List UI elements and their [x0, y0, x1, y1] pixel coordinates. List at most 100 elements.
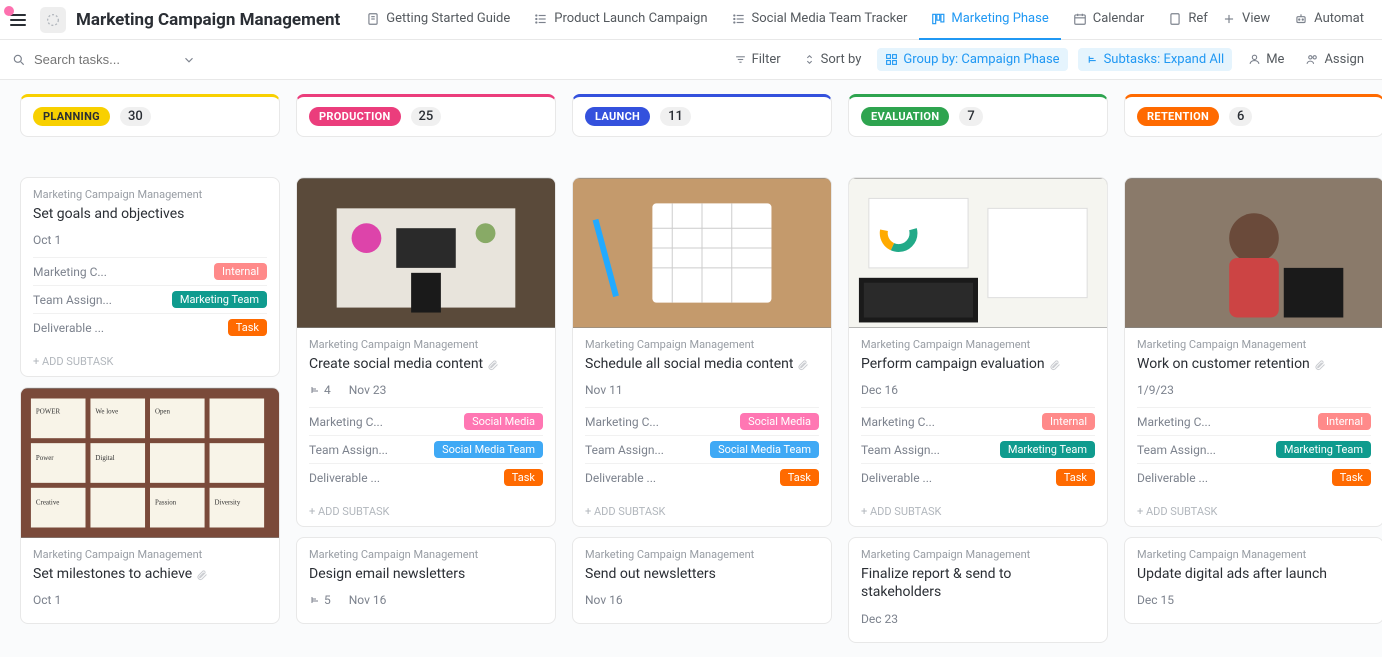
field-tag[interactable]: Task: [1056, 469, 1095, 486]
tab-ref[interactable]: Ref: [1156, 0, 1208, 40]
column-header[interactable]: PLANNING30: [20, 94, 280, 137]
task-card[interactable]: Marketing Campaign ManagementPerform cam…: [848, 177, 1108, 527]
card-project: Marketing Campaign Management: [1137, 338, 1371, 351]
field-tag[interactable]: Social Media: [464, 413, 543, 430]
field-tag[interactable]: Internal: [214, 263, 267, 280]
assign-button[interactable]: Assign: [1300, 48, 1370, 71]
add-subtask-button[interactable]: + ADD SUBTASK: [849, 497, 1107, 526]
column-evaluation: EVALUATION7 Marketing Campaign Management…: [848, 94, 1108, 643]
space-icon[interactable]: [40, 7, 66, 33]
task-card[interactable]: Marketing Campaign ManagementSend out ne…: [572, 537, 832, 624]
field-tag[interactable]: Task: [1332, 469, 1371, 486]
add-view-button[interactable]: View: [1210, 0, 1282, 40]
add-subtask-button[interactable]: + ADD SUBTASK: [297, 497, 555, 526]
label: Automat: [1314, 11, 1364, 26]
card-meta: Dec 16: [861, 383, 1095, 397]
tab-product-launch[interactable]: Product Launch Campaign: [522, 0, 719, 40]
card-body: Marketing Campaign ManagementUpdate digi…: [1125, 538, 1382, 623]
column-status-pill: PRODUCTION: [309, 107, 401, 126]
card-field-row: Team Assign...Marketing Team: [861, 435, 1095, 463]
column-header[interactable]: PRODUCTION 25: [296, 94, 556, 137]
right-actions: View Automat: [1210, 0, 1376, 40]
add-subtask-button[interactable]: + ADD SUBTASK: [573, 497, 831, 526]
search-input[interactable]: [34, 52, 174, 67]
card-date: Nov 23: [349, 383, 387, 397]
task-card[interactable]: Marketing Campaign ManagementFinalize re…: [848, 537, 1108, 642]
task-card[interactable]: Marketing Campaign Management Work on cus…: [1124, 177, 1382, 527]
task-card[interactable]: Marketing Campaign ManagementDesign emai…: [296, 537, 556, 624]
svg-text:Open: Open: [155, 408, 171, 416]
tab-label: Social Media Team Tracker: [752, 11, 908, 26]
card-project: Marketing Campaign Management: [585, 548, 819, 561]
menu-toggle[interactable]: [6, 8, 30, 32]
field-tag[interactable]: Task: [780, 469, 819, 486]
card-title: Design email newsletters: [309, 565, 543, 583]
subtasks-button[interactable]: Subtasks: Expand All: [1078, 48, 1233, 71]
sort-button[interactable]: Sort by: [797, 48, 868, 71]
card-body: Marketing Campaign ManagementSend out ne…: [573, 538, 831, 623]
card-field-row: Deliverable ...Task: [33, 313, 267, 341]
task-card[interactable]: Marketing Campaign ManagementSet goals a…: [20, 177, 280, 377]
group-by-button[interactable]: Group by: Campaign Phase: [877, 48, 1067, 71]
tab-calendar[interactable]: Calendar: [1061, 0, 1157, 40]
card-field-row: Deliverable ... Task: [585, 463, 819, 491]
list-icon: [732, 12, 746, 26]
tab-social-media[interactable]: Social Media Team Tracker: [720, 0, 920, 40]
subtasks-icon: [1086, 53, 1099, 66]
subtask-count[interactable]: 4: [309, 383, 331, 397]
field-label: Deliverable ...: [585, 471, 656, 485]
column-header[interactable]: LAUNCH11: [572, 94, 832, 137]
card-field-row: Team Assign...Social Media Team: [309, 435, 543, 463]
person-icon: [1248, 53, 1261, 66]
card-project: Marketing Campaign Management: [309, 338, 543, 351]
svg-text:Creative: Creative: [36, 499, 60, 507]
card-date: Oct 1: [33, 593, 61, 607]
column-header[interactable]: RETENTION6: [1124, 94, 1382, 137]
field-tag[interactable]: Social Media Team: [710, 441, 819, 458]
search-wrap: [12, 52, 718, 67]
card-date: Nov 16: [349, 593, 387, 607]
field-label: Team Assign...: [33, 293, 112, 307]
field-tag[interactable]: Social Media: [740, 413, 819, 430]
add-subtask-button[interactable]: + ADD SUBTASK: [21, 347, 279, 376]
task-card[interactable]: Marketing Campaign ManagementSchedule al…: [572, 177, 832, 527]
tab-label: Ref: [1188, 11, 1207, 26]
task-card[interactable]: POWERWe loveOpenPowerDigitalCreativePass…: [20, 387, 280, 624]
field-tag[interactable]: Internal: [1318, 413, 1371, 430]
task-card[interactable]: Marketing Campaign ManagementCreate soci…: [296, 177, 556, 527]
card-body: Marketing Campaign ManagementPerform cam…: [849, 328, 1107, 497]
column-count: 6: [1229, 107, 1252, 126]
subtask-count[interactable]: 5: [309, 593, 331, 607]
field-tag[interactable]: Task: [228, 319, 267, 336]
add-subtask-button[interactable]: + ADD SUBTASK: [1125, 497, 1382, 526]
field-tag[interactable]: Task: [504, 469, 543, 486]
field-tag[interactable]: Internal: [1042, 413, 1095, 430]
card-meta: Nov 16: [585, 593, 819, 607]
column-count: 30: [120, 107, 151, 126]
field-tag[interactable]: Social Media Team: [434, 441, 543, 458]
automations-button[interactable]: Automat: [1282, 0, 1376, 40]
field-tag[interactable]: Marketing Team: [172, 291, 267, 308]
svg-text:We love: We love: [95, 408, 118, 416]
chevron-down-icon[interactable]: [182, 53, 196, 67]
card-title: Work on customer retention: [1137, 355, 1371, 373]
task-card[interactable]: Marketing Campaign ManagementUpdate digi…: [1124, 537, 1382, 624]
field-tag[interactable]: Marketing Team: [1276, 441, 1371, 458]
attachment-icon: [487, 358, 499, 370]
me-button[interactable]: Me: [1242, 48, 1290, 71]
filter-button[interactable]: Filter: [728, 48, 787, 71]
card-title: Set milestones to achieve: [33, 565, 267, 583]
column-cards: Marketing Campaign ManagementCreate soci…: [296, 177, 556, 624]
attachment-icon: [1049, 358, 1061, 370]
column-count: 25: [411, 107, 442, 126]
field-tag[interactable]: Marketing Team: [1000, 441, 1095, 458]
board[interactable]: PLANNING30Marketing Campaign ManagementS…: [0, 80, 1382, 657]
tab-marketing-phase[interactable]: Marketing Phase: [919, 0, 1060, 40]
field-label: Marketing C...: [309, 415, 383, 429]
column-header[interactable]: EVALUATION7: [848, 94, 1108, 137]
column-cards: Marketing Campaign ManagementSet goals a…: [20, 177, 280, 624]
card-date: Oct 1: [33, 233, 61, 247]
tab-getting-started[interactable]: Getting Started Guide: [354, 0, 522, 40]
field-label: Deliverable ...: [309, 471, 380, 485]
card-image: [573, 178, 831, 328]
